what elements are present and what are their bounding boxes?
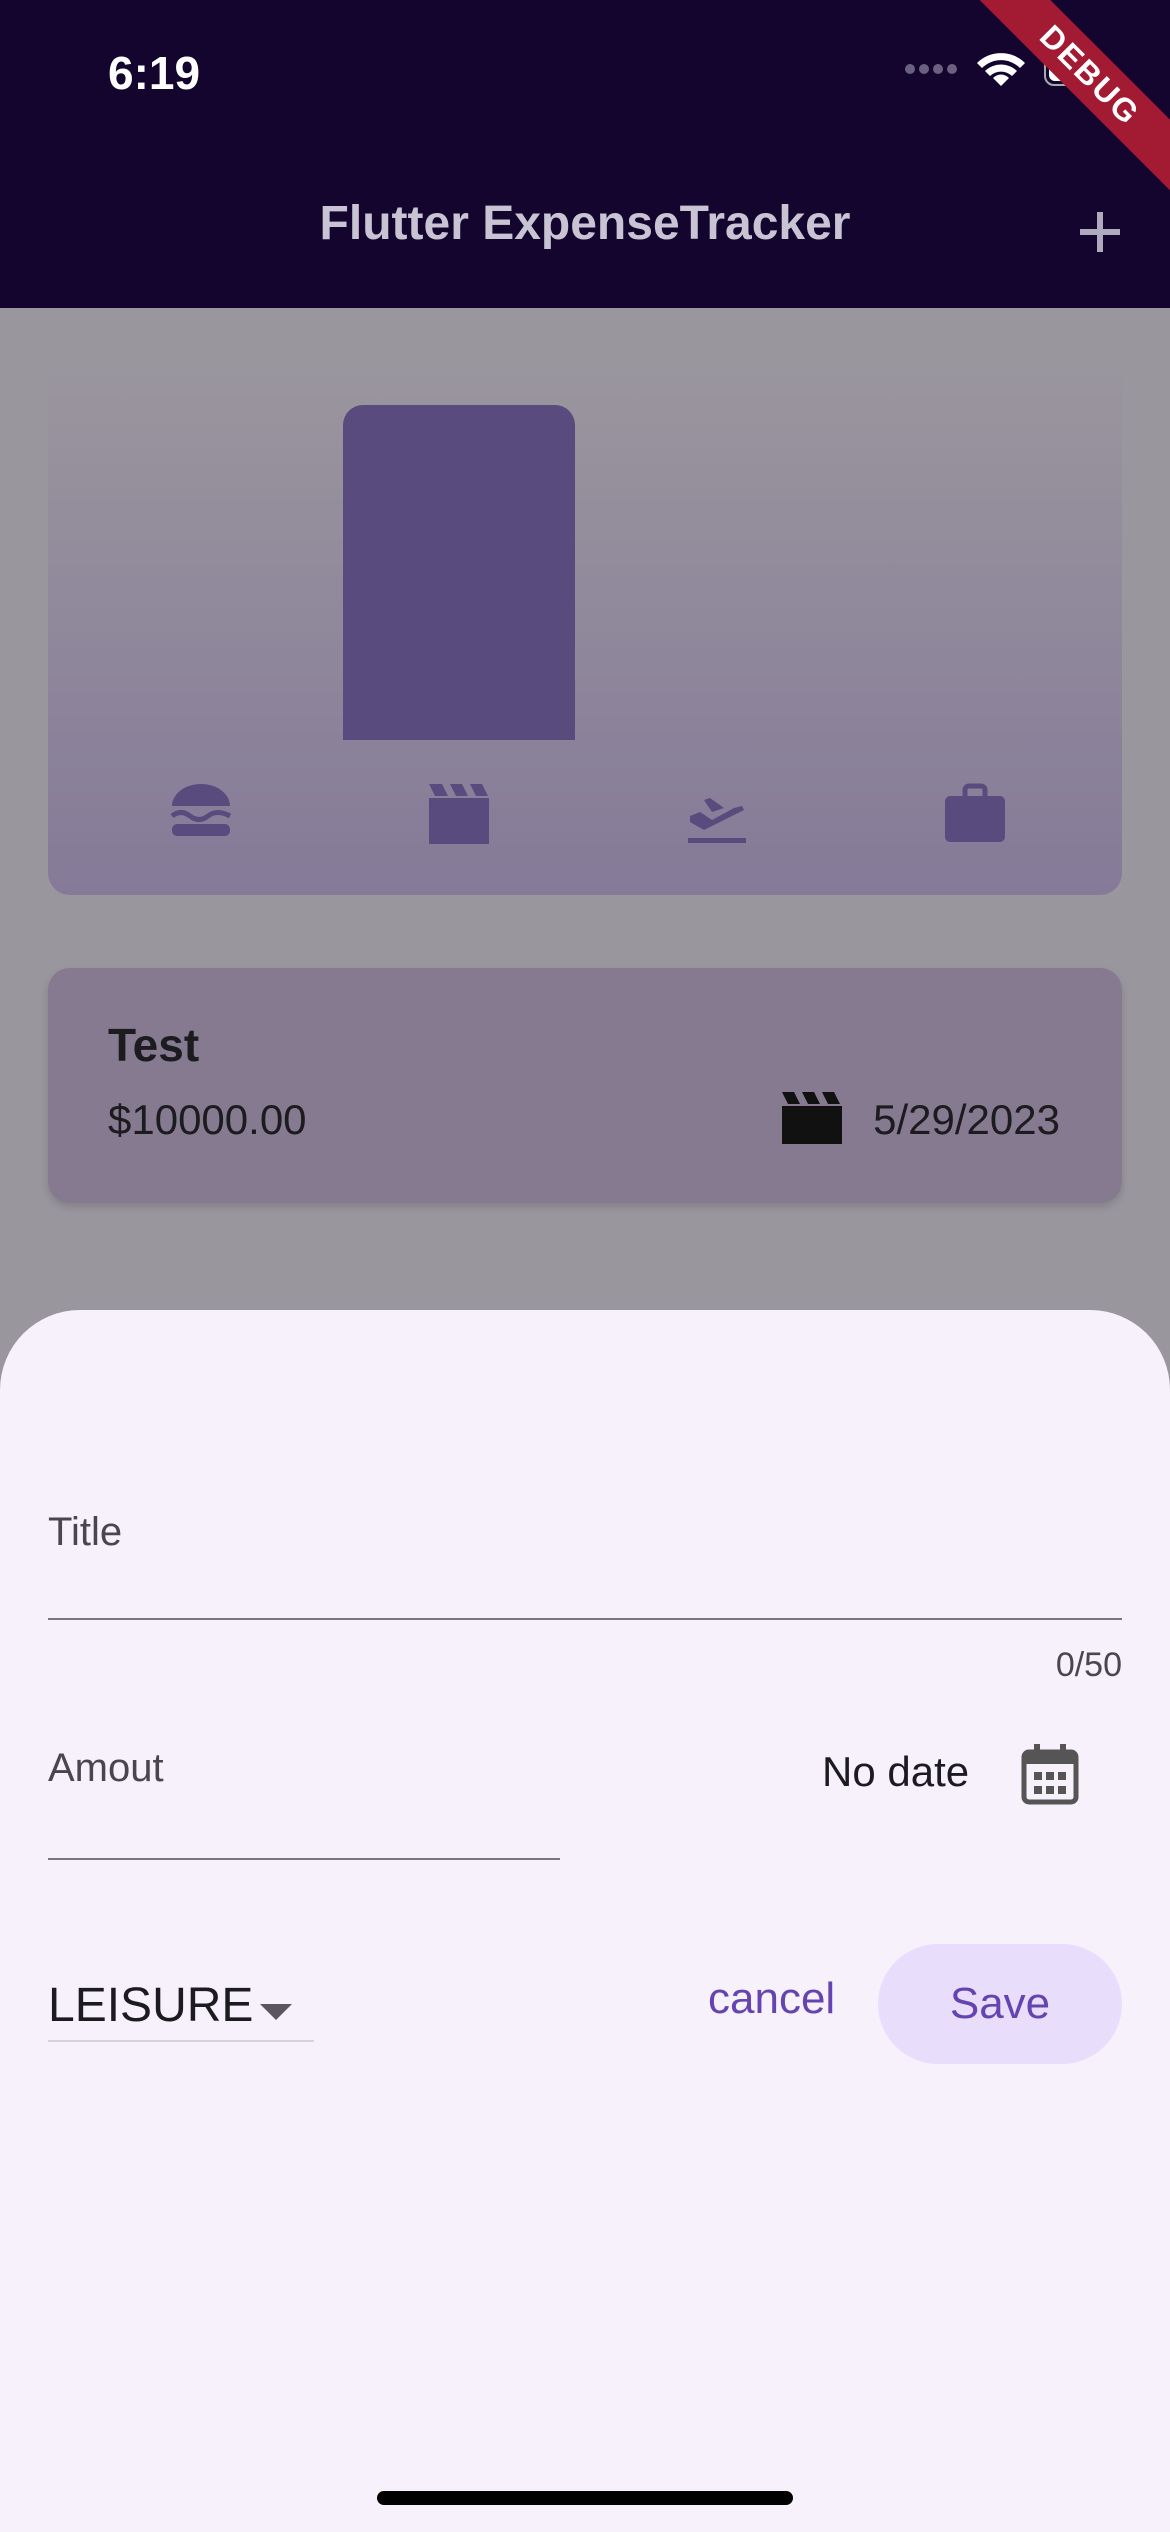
wifi-icon [977, 53, 1025, 86]
movie-clapper-icon [429, 784, 489, 844]
app-bar: 6:19 DEBUG Flutter ExpenseTracker [0, 0, 1170, 308]
plus-icon[interactable] [1060, 192, 1140, 272]
movie-clapper-icon [782, 1092, 842, 1144]
date-value: No date [822, 1748, 970, 1795]
dropdown-arrow-icon [260, 2004, 292, 2020]
cancel-button[interactable]: cancel [708, 1974, 835, 2024]
expense-chart [48, 360, 1122, 895]
expense-date: 5/29/2023 [873, 1096, 1060, 1143]
status-time: 6:19 [108, 47, 201, 99]
expense-item[interactable]: Test $10000.00 5/29/2023 [48, 968, 1122, 1203]
category-dropdown[interactable]: LEISURE [48, 1970, 314, 2042]
burger-icon [170, 784, 232, 836]
new-expense-sheet: Title 0/50 Amout No date LEISURE cancel … [0, 1310, 1170, 2532]
expense-title: Test [108, 1019, 200, 1071]
calendar-icon[interactable] [1020, 1742, 1080, 1806]
home-indicator[interactable] [377, 2491, 793, 2505]
save-button[interactable]: Save [878, 1944, 1122, 2064]
chart-bar-leisure [343, 405, 575, 740]
amount-field-label: Amout [48, 1746, 164, 1790]
title-counter: 0/50 [1055, 1646, 1122, 1684]
expense-amount: $10000.00 [108, 1096, 307, 1143]
flight-takeoff-icon [688, 798, 746, 843]
cellular-signal-icon [905, 64, 957, 74]
category-value: LEISURE [48, 1979, 254, 2032]
app-title: Flutter ExpenseTracker [319, 197, 851, 250]
amount-input[interactable] [48, 1858, 560, 1860]
briefcase-icon [945, 783, 1005, 842]
debug-banner: DEBUG [966, 0, 1170, 199]
title-input[interactable] [48, 1618, 1122, 1620]
title-field-label: Title [48, 1510, 123, 1554]
